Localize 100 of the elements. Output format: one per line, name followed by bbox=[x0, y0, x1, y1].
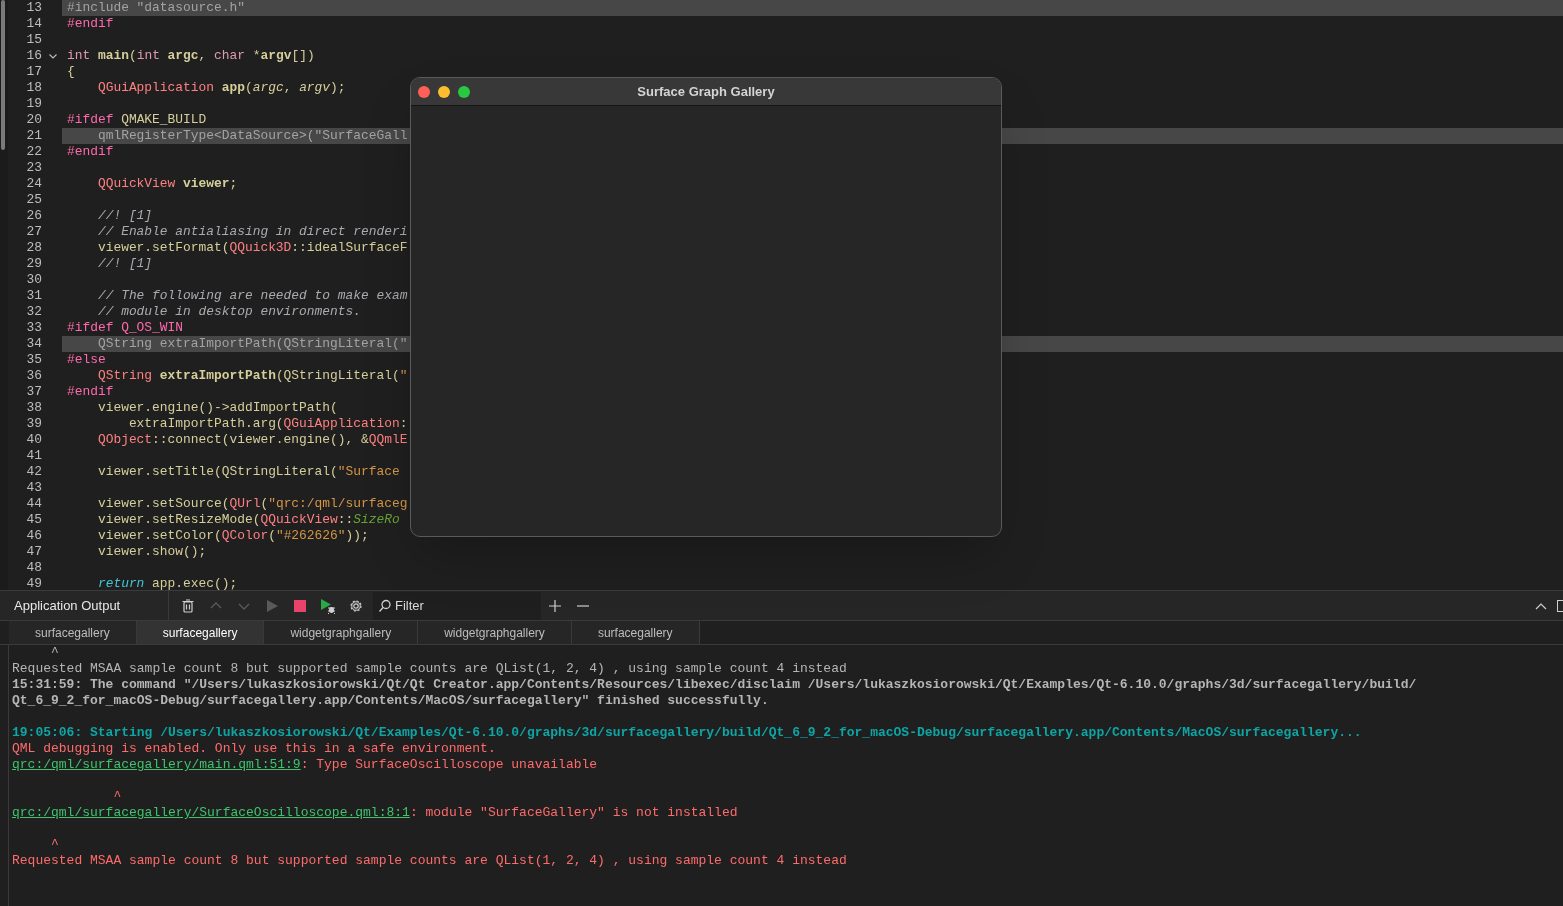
line-number: 48 bbox=[25, 560, 42, 576]
play-bug-icon[interactable] bbox=[320, 597, 336, 614]
code-line: viewer.setColor(QColor("#262626")); bbox=[96, 528, 369, 544]
line-number: 46 bbox=[25, 528, 42, 544]
file-link[interactable]: qrc:/qml/surfacegallery/main.qml:51:9 bbox=[12, 757, 301, 772]
line-number: 14 bbox=[25, 16, 42, 32]
panel-icon[interactable] bbox=[1557, 599, 1563, 612]
minimize-button[interactable] bbox=[438, 85, 450, 98]
line-number: 13 bbox=[25, 0, 42, 16]
code-line: QGuiApplication app(argc, argv); bbox=[96, 80, 346, 96]
code-line: viewer.show(); bbox=[96, 544, 207, 560]
filter-field[interactable]: Filter bbox=[373, 591, 541, 620]
line-number: 18 bbox=[25, 80, 42, 96]
code-line: extraImportPath.arg(QGuiApplication: bbox=[127, 416, 408, 432]
code-line: #ifdef Q_OS_WIN bbox=[66, 320, 184, 336]
code-line: QString extraImportPath(QStringLiteral(" bbox=[96, 336, 408, 352]
output-line: qrc:/qml/surfacegallery/main.qml:51:9: Type SurfaceOscilloscope unavailable bbox=[12, 757, 598, 773]
output-tab[interactable]: widgetgraphgallery bbox=[418, 621, 572, 644]
collapse-icon[interactable] bbox=[1535, 601, 1547, 610]
code-line: viewer.setSource(QUrl("qrc:/qml/surfaceg bbox=[96, 496, 408, 512]
code-line: // Enable antialiasing in direct renderi bbox=[96, 224, 408, 240]
line-number: 27 bbox=[25, 224, 42, 240]
zoom-button[interactable] bbox=[458, 85, 470, 98]
line-number: 31 bbox=[25, 288, 42, 304]
output-tab[interactable]: surfacegallery bbox=[571, 621, 700, 644]
code-line: QQuickView viewer; bbox=[96, 176, 238, 192]
line-number: 21 bbox=[25, 128, 42, 144]
scrollbar-thumb[interactable] bbox=[1, 0, 5, 150]
output-tab[interactable]: widgetgraphgallery bbox=[264, 621, 419, 644]
code-line: viewer.setFormat(QQuick3D::idealSurfaceF bbox=[96, 240, 408, 256]
line-number: 25 bbox=[25, 192, 42, 208]
line-number: 26 bbox=[25, 208, 42, 224]
line-number: 35 bbox=[25, 352, 42, 368]
output-line: ^ bbox=[50, 645, 59, 661]
code-line: QString extraImportPath(QStringLiteral(" bbox=[96, 368, 408, 384]
fold-chevron-icon[interactable] bbox=[48, 53, 57, 59]
line-number: 44 bbox=[25, 496, 42, 512]
output-line: QML debugging is enabled. Only use this in a safe environment. bbox=[12, 741, 496, 757]
stop-icon[interactable] bbox=[292, 597, 308, 614]
code-line: #include "datasource.h" bbox=[66, 0, 245, 16]
code-line: int main(int argc, char *argv[]) bbox=[66, 48, 315, 64]
code-line: qmlRegisterType<DataSource>("SurfaceGall bbox=[96, 128, 408, 144]
line-number: 29 bbox=[25, 256, 42, 272]
code-line: QObject::connect(viewer.engine(), &QQmlE bbox=[96, 432, 408, 448]
code-line: #else bbox=[66, 352, 106, 368]
window-title: Surface Graph Gallery bbox=[637, 82, 775, 101]
trash-icon[interactable] bbox=[180, 597, 196, 614]
code-line: viewer.engine()->addImportPath( bbox=[96, 400, 338, 416]
line-number: 39 bbox=[25, 416, 42, 432]
line-number: 34 bbox=[25, 336, 42, 352]
code-line: // module in desktop environments. bbox=[96, 304, 361, 320]
line-number: 41 bbox=[25, 448, 42, 464]
zoom-in-icon[interactable] bbox=[549, 599, 561, 612]
line-number: 32 bbox=[25, 304, 42, 320]
line-number: 33 bbox=[25, 320, 42, 336]
line-number: 15 bbox=[25, 32, 42, 48]
code-line: //! [1] bbox=[96, 256, 153, 272]
gear-icon[interactable] bbox=[348, 597, 364, 614]
line-number: 19 bbox=[25, 96, 42, 112]
code-line: #ifdef QMAKE_BUILD bbox=[66, 112, 207, 128]
output-line: ^ bbox=[50, 837, 59, 853]
code-line: return app.exec(); bbox=[96, 576, 238, 592]
code-line: #endif bbox=[66, 16, 114, 32]
line-number: 49 bbox=[25, 576, 42, 592]
code-line: #endif bbox=[66, 384, 114, 400]
code-line: viewer.setTitle(QStringLiteral("Surface bbox=[96, 464, 400, 480]
code-line: viewer.setResizeMode(QQuickView::SizeRo bbox=[96, 512, 400, 528]
output-line: 15:31:59: The command "/Users/lukaszkosiorowski/Qt/Qt Creator.app/Contents/Resources/libexec/disclaim /Users/lukaszkosiorowski/Qt/Examples/Qt-6.10.0/graphs/3d/surfacegallery/build/ bbox=[12, 677, 1417, 693]
line-number: 36 bbox=[25, 368, 42, 384]
search-icon bbox=[378, 598, 392, 613]
line-number: 24 bbox=[25, 176, 42, 192]
pane-title: Application Output bbox=[14, 596, 122, 615]
line-number: 47 bbox=[25, 544, 42, 560]
file-link[interactable]: qrc:/qml/surfacegallery/SurfaceOscilloscope.qml:8:1 bbox=[12, 805, 410, 820]
close-button[interactable] bbox=[418, 85, 430, 98]
line-number: 37 bbox=[25, 384, 42, 400]
line-number: 40 bbox=[25, 432, 42, 448]
output-tab[interactable]: surfacegallery bbox=[136, 621, 265, 644]
output-tab[interactable]: surfacegallery bbox=[9, 621, 137, 644]
output-line: 19:05:06: Starting /Users/lukaszkosiorowski/Qt/Examples/Qt-6.10.0/graphs/3d/surfacegallery/build/Qt_6_9_2_for_macOS-Debug/surfacegallery.app/Contents/MacOS/surfacegallery... bbox=[12, 725, 1362, 741]
line-number: 30 bbox=[25, 272, 42, 288]
output-line: Requested MSAA sample count 8 but supported sample counts are QList(1, 2, 4) , using sample count 4 instead bbox=[12, 661, 847, 677]
line-number: 23 bbox=[25, 160, 42, 176]
line-number: 22 bbox=[25, 144, 42, 160]
line-number: 42 bbox=[25, 464, 42, 480]
line-number: 43 bbox=[25, 480, 42, 496]
output-line: qrc:/qml/surfacegallery/SurfaceOscilloscope.qml:8:1: module "SurfaceGallery" is not installed bbox=[12, 805, 738, 821]
code-line: //! [1] bbox=[96, 208, 153, 224]
output-line: Qt_6_9_2_for_macOS-Debug/surfacegallery.app/Contents/MacOS/surfacegallery" finished successfully. bbox=[12, 693, 769, 709]
code-line: { bbox=[66, 64, 75, 80]
line-number: 20 bbox=[25, 112, 42, 128]
code-line: // The following are needed to make exam bbox=[96, 288, 408, 304]
line-number: 45 bbox=[25, 512, 42, 528]
line-number: 17 bbox=[25, 64, 42, 80]
code-line: #endif bbox=[66, 144, 114, 160]
line-number: 28 bbox=[25, 240, 42, 256]
line-number: 16 bbox=[25, 48, 42, 64]
output-line: ^ bbox=[112, 789, 122, 805]
output-line: Requested MSAA sample count 8 but supported sample counts are QList(1, 2, 4) , using sample count 4 instead bbox=[12, 853, 847, 869]
line-number: 38 bbox=[25, 400, 42, 416]
